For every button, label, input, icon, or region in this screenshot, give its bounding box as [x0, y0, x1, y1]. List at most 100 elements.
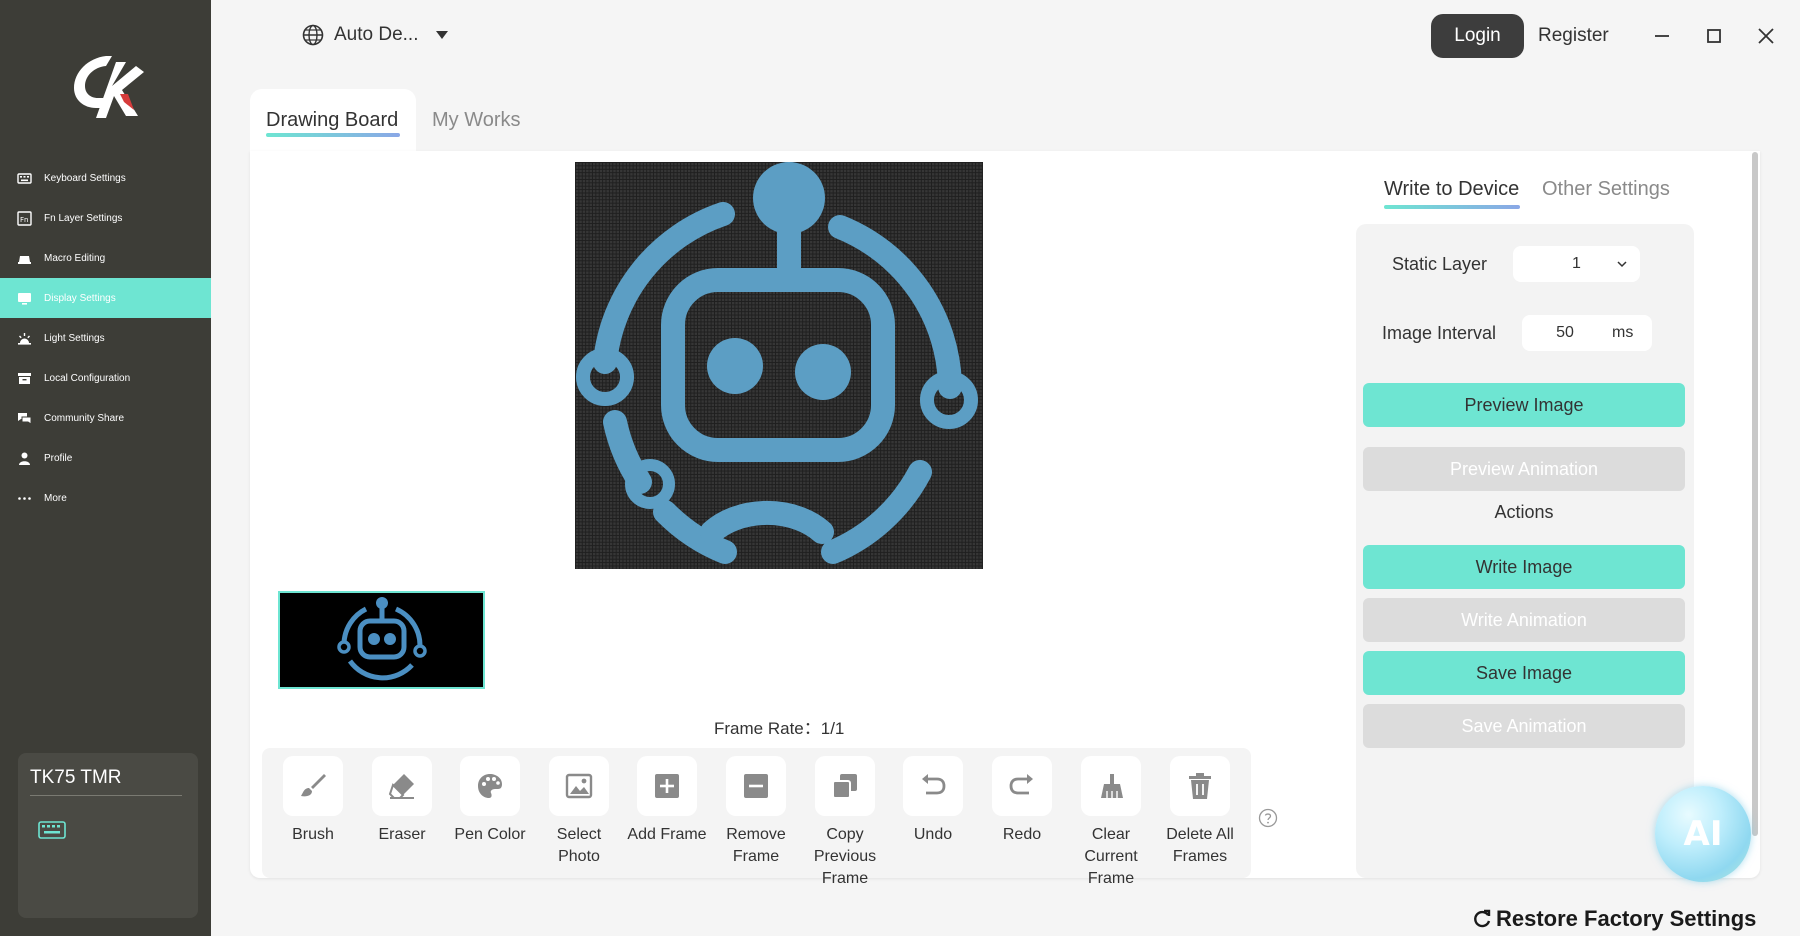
sidebar-item-display-settings[interactable]: Display Settings [0, 278, 211, 318]
clear-icon [1101, 774, 1123, 798]
right-tab-underline [1384, 205, 1520, 209]
save-animation-button[interactable]: Save Animation [1363, 704, 1685, 748]
language-label: Auto De... [334, 24, 419, 45]
help-icon[interactable] [1258, 808, 1278, 828]
tab-underline [266, 133, 400, 137]
static-layer-label: Static Layer [1392, 254, 1488, 274]
sidebar: Keyboard Settings Fn Fn Layer Settings M… [0, 0, 211, 936]
image-icon [565, 773, 593, 799]
add-frame-button[interactable]: Add Frame [622, 756, 712, 846]
sidebar-item-macro-editing[interactable]: Macro Editing [0, 238, 211, 278]
fn-icon: Fn [17, 210, 32, 226]
sidebar-item-label: More [44, 492, 67, 504]
tool-label: Eraser [378, 826, 426, 843]
brand-logo [66, 52, 144, 120]
actions-heading: Actions [1494, 502, 1554, 522]
tool-label: Clear Current Frame [1084, 826, 1138, 887]
tool-label: Delete All Frames [1166, 826, 1234, 865]
frame-rate-value: 1/1 [820, 719, 845, 738]
pen-color-button[interactable]: Pen Color [445, 756, 535, 846]
redo-button[interactable]: Redo [977, 756, 1067, 846]
refresh-icon [1474, 909, 1491, 928]
tool-label: Undo [913, 826, 953, 843]
sidebar-item-more[interactable]: More [0, 478, 211, 518]
preview-animation-button[interactable]: Preview Animation [1363, 447, 1685, 491]
frame-rate: Frame Rate：1/1 [714, 714, 844, 739]
keyboard-icon [17, 171, 32, 186]
brush-icon [301, 774, 326, 797]
eraser-tool-button[interactable]: Eraser [357, 756, 447, 846]
add-frame-icon [655, 774, 679, 798]
ai-assistant-button[interactable]: AI [1655, 786, 1751, 882]
restore-factory-settings-button[interactable]: Restore Factory Settings [1472, 906, 1756, 932]
tab-my-works[interactable]: My Works [416, 89, 537, 151]
image-interval-label: Image Interval [1382, 323, 1497, 343]
preview-image-button[interactable]: Preview Image [1363, 383, 1685, 427]
tool-label: Redo [1002, 826, 1042, 843]
static-layer-value: 1 [1572, 255, 1581, 272]
tab-label: Drawing Board [266, 108, 399, 131]
device-card[interactable]: TK75 TMR [18, 753, 198, 918]
sidebar-item-profile[interactable]: Profile [0, 438, 211, 478]
write-image-button[interactable]: Write Image [1363, 545, 1685, 589]
display-icon [17, 291, 32, 306]
delete-all-frames-button[interactable]: Delete All Frames [1155, 756, 1245, 868]
tab-other-settings[interactable]: Other Settings [1542, 178, 1670, 201]
save-image-button[interactable]: Save Image [1363, 651, 1685, 695]
svg-text:Fn: Fn [20, 216, 28, 224]
sidebar-item-label: Light Settings [44, 332, 105, 344]
remove-frame-button[interactable]: Remove Frame [711, 756, 801, 868]
trash-icon [1189, 773, 1211, 799]
static-layer-select[interactable]: 1 [1513, 246, 1640, 282]
sidebar-item-fn-layer-settings[interactable]: Fn Fn Layer Settings [0, 198, 211, 238]
remove-frame-icon [744, 774, 768, 798]
tab-label: My Works [432, 108, 521, 131]
keyboard-device-icon [38, 821, 66, 839]
frame-thumbnail[interactable] [278, 591, 485, 689]
select-photo-button[interactable]: Select Photo [534, 756, 624, 868]
tool-label: Copy Previous Frame [813, 826, 877, 887]
caret-down-icon [435, 31, 448, 39]
sidebar-item-local-configuration[interactable]: Local Configuration [0, 358, 211, 398]
tool-label: Pen Color [454, 826, 526, 843]
restore-label: Restore Factory Settings [1496, 906, 1757, 931]
language-selector[interactable]: Auto De... [302, 24, 449, 46]
login-button[interactable]: Login [1431, 14, 1524, 58]
sidebar-item-label: Local Configuration [44, 372, 131, 384]
tool-label: Brush [292, 826, 334, 843]
clear-current-frame-button[interactable]: Clear Current Frame [1066, 756, 1156, 890]
brush-tool-button[interactable]: Brush [268, 756, 358, 846]
maximize-icon[interactable] [1704, 26, 1724, 46]
undo-icon [922, 774, 946, 795]
redo-icon [1009, 774, 1033, 795]
palette-icon [478, 774, 502, 798]
scrollbar[interactable] [1752, 152, 1758, 836]
copy-icon [832, 774, 857, 799]
tool-label: Remove Frame [726, 826, 786, 865]
image-interval-unit: ms [1612, 324, 1634, 341]
tab-write-to-device[interactable]: Write to Device [1384, 178, 1519, 201]
close-icon[interactable] [1756, 26, 1776, 46]
tool-label: Select Photo [556, 826, 602, 865]
light-icon [17, 331, 32, 346]
sidebar-nav: Keyboard Settings Fn Fn Layer Settings M… [0, 158, 211, 518]
sidebar-item-label: Macro Editing [44, 252, 106, 264]
drawing-canvas[interactable] [575, 162, 983, 569]
sidebar-item-light-settings[interactable]: Light Settings [0, 318, 211, 358]
undo-button[interactable]: Undo [888, 756, 978, 846]
image-interval-input[interactable] [1530, 324, 1600, 342]
register-link[interactable]: Register [1538, 25, 1609, 47]
sidebar-item-label: Community Share [44, 412, 125, 424]
ai-label: AI [1683, 814, 1723, 854]
tab-drawing-board[interactable]: Drawing Board [250, 89, 416, 151]
device-name: TK75 TMR [30, 767, 122, 788]
copy-previous-frame-button[interactable]: Copy Previous Frame [800, 756, 890, 890]
minimize-icon[interactable] [1652, 26, 1672, 46]
sidebar-item-keyboard-settings[interactable]: Keyboard Settings [0, 158, 211, 198]
image-interval-field: ms [1522, 315, 1652, 351]
eraser-icon [388, 774, 414, 799]
sidebar-item-community-share[interactable]: Community Share [0, 398, 211, 438]
sidebar-item-label: Profile [44, 452, 73, 464]
sidebar-item-label: Fn Layer Settings [44, 212, 123, 224]
write-animation-button[interactable]: Write Animation [1363, 598, 1685, 642]
